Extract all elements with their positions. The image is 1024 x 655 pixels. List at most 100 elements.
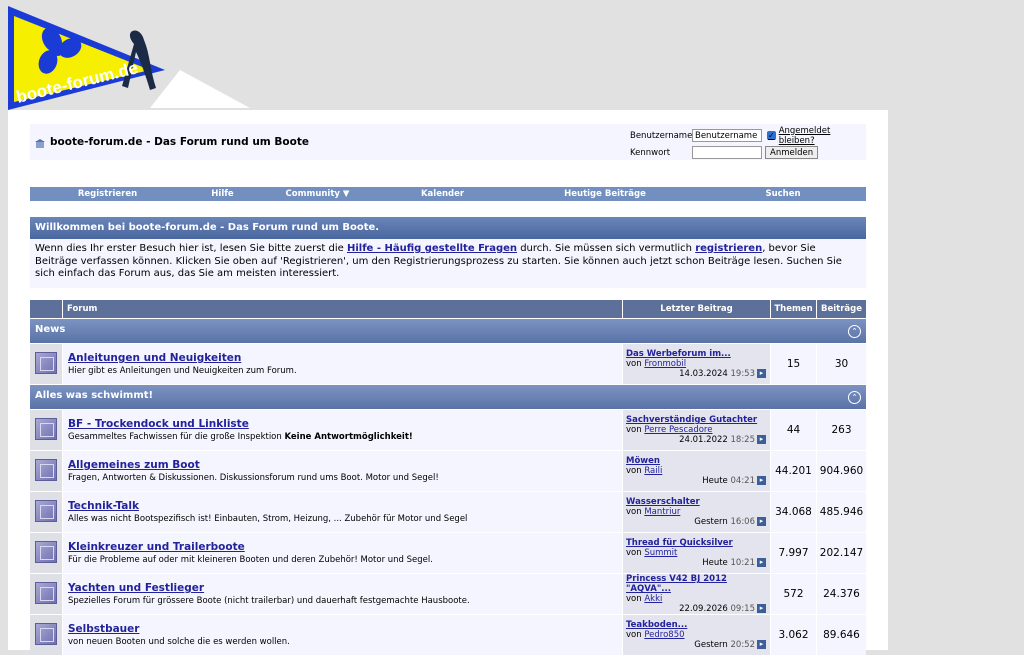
last-post-day: 24.01.2022 [679, 435, 728, 445]
nav-todays-posts[interactable]: Heutige Beiträge [510, 187, 700, 201]
forum-desc: Alles was nicht Bootspezifisch ist! Einb… [68, 514, 621, 524]
last-post-day: Gestern [694, 517, 728, 527]
forum-name-link[interactable]: Selbstbauer [68, 623, 621, 635]
category-name[interactable]: News [35, 324, 65, 335]
last-post-cell: Princess V42 BJ 2012 "AQVA"... von Akki 22… [623, 573, 771, 614]
forum-row: BF - Trockendock und Linkliste Gesammelte… [30, 409, 866, 450]
forum-desc-text: Für die Probleme auf oder mit kleineren … [68, 555, 433, 565]
last-post-cell: Thread für Quicksilver von Summit Heute 10… [623, 532, 771, 573]
forum-info-cell: Kleinkreuzer und Trailerboote Für die Pro… [63, 532, 623, 573]
remember-checkbox[interactable]: ✓ Angemeldet bleiben? [767, 126, 866, 146]
collapse-icon[interactable]: ⌃ [848, 391, 861, 404]
last-post-author: von Perre Pescadore [626, 425, 770, 435]
last-post-title-link[interactable]: Sachverständige Gutachter [626, 415, 770, 425]
header-spacer [30, 300, 63, 318]
forum-info-cell: Selbstbauer von neuen Booten und solche d… [63, 614, 623, 655]
check-icon[interactable]: ✓ [767, 131, 776, 140]
category-row: News ⌃ [30, 318, 866, 343]
last-post-title-link[interactable]: Thread für Quicksilver [626, 538, 770, 548]
forum-desc: Hier gibt es Anleitungen und Neuigkeiten… [68, 366, 621, 376]
by-label: von [626, 630, 642, 640]
forum-name-link[interactable]: Allgemeines zum Boot [68, 459, 621, 471]
page-title[interactable]: boote-forum.de - Das Forum rund um Boote [50, 136, 309, 148]
goto-last-post-icon[interactable]: ▸ [757, 558, 766, 567]
goto-last-post-icon[interactable]: ▸ [757, 640, 766, 649]
by-label: von [626, 548, 642, 558]
post-count: 24.376 [817, 573, 866, 614]
nav-help[interactable]: Hilfe [185, 187, 260, 201]
login-form: Benutzername ✓ Angemeldet bleiben? Kennw… [630, 126, 866, 161]
goto-last-post-icon[interactable]: ▸ [757, 435, 766, 444]
category-title[interactable]: Alles was schwimmt! ⌃ [30, 384, 866, 409]
post-count: 89.646 [817, 614, 866, 655]
last-post-user-link[interactable]: Akki [644, 594, 662, 604]
forum-desc-text: Alles was nicht Bootspezifisch ist! Einb… [68, 514, 468, 524]
forum-name-link[interactable]: BF - Trockendock und Linkliste [68, 418, 621, 430]
goto-last-post-icon[interactable]: ▸ [757, 476, 766, 485]
username-label: Benutzername [630, 130, 693, 141]
site-logo[interactable]: boote-forum.de [0, 0, 250, 112]
forum-status-icon [35, 499, 57, 522]
category-title[interactable]: News ⌃ [30, 318, 866, 343]
goto-last-post-icon[interactable]: ▸ [757, 369, 766, 378]
last-post-day: Heute [702, 558, 728, 568]
forum-desc-text: Fragen, Antworten & Diskussionen. Diskus… [68, 473, 439, 483]
forum-info-cell: Technik-Talk Alles was nicht Bootspezifis… [63, 491, 623, 532]
last-post-author: von Fronmobil [626, 359, 770, 369]
forum-name-link[interactable]: Kleinkreuzer und Trailerboote [68, 541, 621, 553]
last-post-user-link[interactable]: Raili [644, 466, 662, 476]
by-label: von [626, 425, 642, 435]
forum-name-link[interactable]: Yachten und Festlieger [68, 582, 621, 594]
last-post-day: 14.03.2024 [679, 369, 728, 379]
last-post-date: 14.03.2024 19:53 ▸ [626, 369, 770, 379]
forum-row: Yachten und Festlieger Spezielles Forum f… [30, 573, 866, 614]
forum-status-cell [30, 614, 63, 655]
category-name[interactable]: Alles was schwimmt! [35, 390, 153, 401]
last-post-time: 19:53 [730, 369, 756, 379]
last-post-author: von Summit [626, 548, 770, 558]
remember-label[interactable]: Angemeldet bleiben? [779, 126, 866, 146]
forum-info-cell: BF - Trockendock und Linkliste Gesammelte… [63, 409, 623, 450]
last-post-time: 20:52 [730, 640, 756, 650]
nav-search[interactable]: Suchen [700, 187, 866, 201]
faq-link[interactable]: Hilfe - Häufig gestellte Fragen [347, 243, 517, 254]
last-post-time: 09:15 [730, 604, 756, 614]
username-input[interactable] [692, 129, 762, 142]
thread-count: 572 [771, 573, 817, 614]
forum-table: Forum Letzter Beitrag Themen Beiträge Ne… [30, 300, 866, 655]
forum-info-cell: Yachten und Festlieger Spezielles Forum f… [63, 573, 623, 614]
last-post-user-link[interactable]: Fronmobil [644, 359, 686, 369]
breadcrumb-bar: boote-forum.de - Das Forum rund um Boote… [30, 124, 866, 160]
collapse-icon[interactable]: ⌃ [848, 325, 861, 338]
login-button[interactable]: Anmelden [765, 146, 819, 159]
last-post-author: von Akki [626, 594, 770, 604]
last-post-title-link[interactable]: Das Werbeforum im... [626, 349, 770, 359]
forum-name-link[interactable]: Anleitungen und Neuigkeiten [68, 352, 621, 364]
by-label: von [626, 507, 642, 517]
forum-name-link[interactable]: Technik-Talk [68, 500, 621, 512]
goto-last-post-icon[interactable]: ▸ [757, 517, 766, 526]
forum-desc: Fragen, Antworten & Diskussionen. Diskus… [68, 473, 621, 483]
last-post-title-link[interactable]: Möwen [626, 456, 770, 466]
nav-register[interactable]: Registrieren [30, 187, 185, 201]
forum-info-cell: Anleitungen und Neuigkeiten Hier gibt es … [63, 343, 623, 384]
password-input[interactable] [692, 146, 762, 159]
register-link[interactable]: registrieren [695, 243, 762, 254]
last-post-user-link[interactable]: Mantriur [644, 507, 680, 517]
last-post-date: Gestern 20:52 ▸ [626, 640, 770, 650]
home-icon[interactable] [35, 139, 45, 148]
last-post-user-link[interactable]: Perre Pescadore [644, 425, 712, 435]
forum-desc-text: Spezielles Forum für grössere Boote (nic… [68, 596, 470, 606]
post-count: 485.946 [817, 491, 866, 532]
forum-status-cell [30, 573, 63, 614]
last-post-title-link[interactable]: Teakboden... [626, 620, 770, 630]
last-post-user-link[interactable]: Summit [644, 548, 677, 558]
nav-calendar[interactable]: Kalender [375, 187, 510, 201]
goto-last-post-icon[interactable]: ▸ [757, 604, 766, 613]
by-label: von [626, 594, 642, 604]
nav-community[interactable]: Community ▼ [260, 187, 375, 201]
last-post-title-link[interactable]: Wasserschalter [626, 497, 770, 507]
last-post-user-link[interactable]: Pedro850 [644, 630, 684, 640]
forum-desc-text: Hier gibt es Anleitungen und Neuigkeiten… [68, 366, 297, 376]
last-post-title-link[interactable]: Princess V42 BJ 2012 "AQVA"... [626, 574, 770, 594]
